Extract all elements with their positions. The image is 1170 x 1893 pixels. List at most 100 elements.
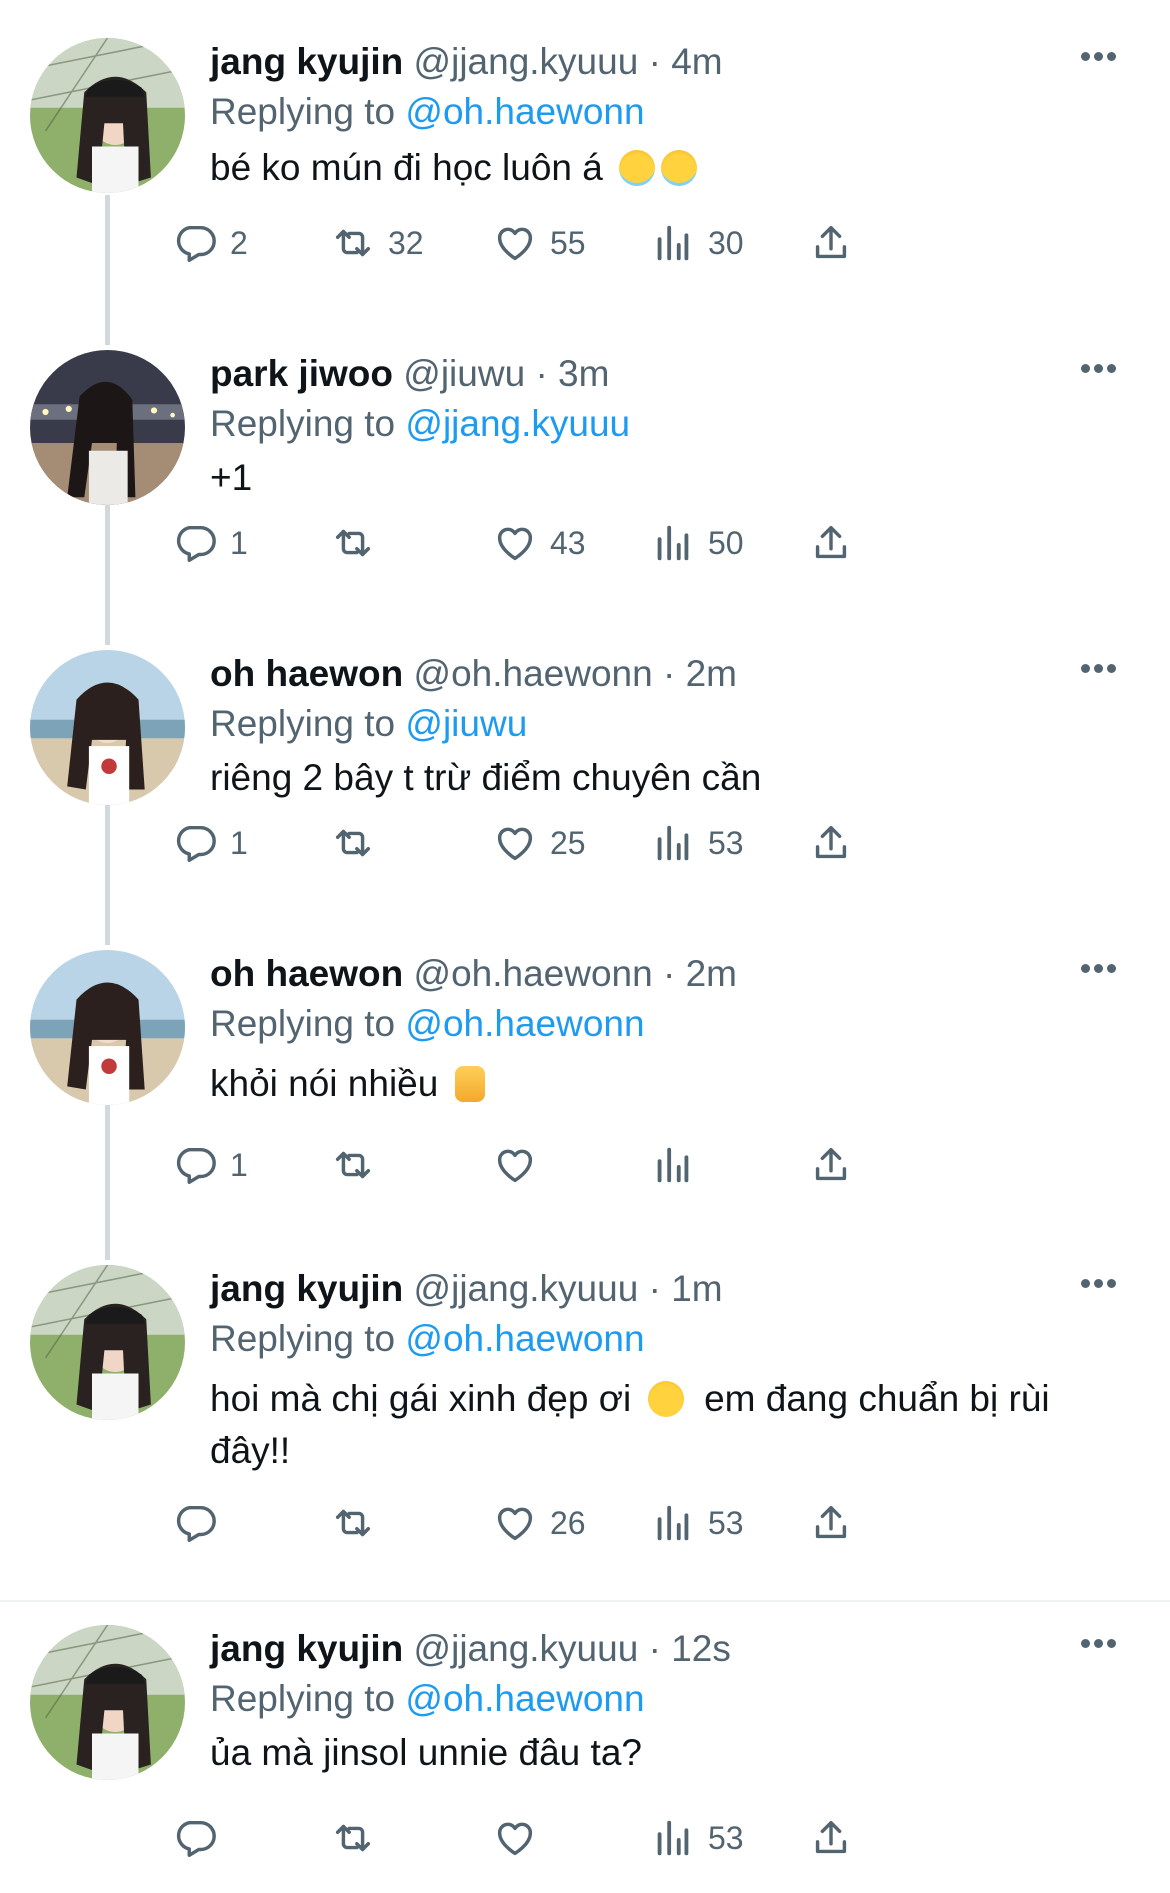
views-button[interactable]: 50 (650, 518, 744, 568)
avatar[interactable] (30, 950, 185, 1105)
avatar[interactable] (30, 1265, 185, 1420)
reply-button[interactable] (172, 1813, 230, 1863)
reply-mention[interactable]: @oh.haewonn (405, 1003, 644, 1044)
reply-mention[interactable]: @jjang.kyuuu (405, 403, 630, 444)
display-name[interactable]: jang kyujin (210, 41, 403, 82)
reply-button[interactable]: 1 (172, 1140, 248, 1190)
tweet-text: khỏi nói nhiều (210, 1058, 1110, 1110)
reply-mention[interactable]: @jiuwu (405, 703, 527, 744)
more-icon[interactable] (1081, 1275, 1125, 1295)
replying-to: Replying to @jjang.kyuuu (210, 400, 630, 448)
avatar[interactable] (30, 650, 185, 805)
avatar-image (30, 650, 185, 805)
like-button[interactable]: 26 (492, 1498, 586, 1548)
tweet[interactable]: jang kyujin @jjang.kyuuu · 12s Replying … (0, 1625, 1170, 1893)
tweet[interactable]: oh haewon @oh.haewonn · 2m Replying to @… (0, 950, 1170, 1230)
more-icon[interactable] (1081, 960, 1125, 980)
display-name[interactable]: oh haewon (210, 953, 403, 994)
avatar[interactable] (30, 1625, 185, 1780)
user-handle[interactable]: @jjang.kyuuu (414, 1628, 639, 1669)
share-icon (808, 1142, 854, 1188)
avatar[interactable] (30, 350, 185, 505)
views-button[interactable]: 53 (650, 818, 744, 868)
timestamp[interactable]: 2m (686, 953, 737, 994)
reply-count: 2 (230, 224, 248, 261)
tweet-actions: 2 32 55 30 (176, 218, 1050, 268)
share-button[interactable] (808, 1140, 854, 1190)
reply-mention[interactable]: @oh.haewonn (405, 1318, 644, 1359)
smiling-face-with-halo-icon (661, 150, 698, 186)
display-name[interactable]: oh haewon (210, 653, 403, 694)
tweet[interactable]: jang kyujin @jjang.kyuuu · 1m Replying t… (0, 1265, 1170, 1585)
replying-to-label: Replying to (210, 1003, 396, 1044)
retweet-icon (330, 520, 376, 566)
more-icon[interactable] (1081, 660, 1125, 680)
reply-button[interactable] (172, 1498, 230, 1548)
user-handle[interactable]: @oh.haewonn (414, 953, 653, 994)
views-button[interactable]: 53 (650, 1813, 744, 1863)
retweet-button[interactable] (330, 518, 388, 568)
replying-to: Replying to @oh.haewonn (210, 1000, 645, 1048)
reply-icon (172, 1815, 218, 1861)
views-count: 30 (708, 224, 744, 261)
separator: · (662, 653, 676, 694)
share-button[interactable] (808, 518, 854, 568)
reply-count: 1 (230, 1146, 248, 1183)
more-icon[interactable] (1081, 48, 1125, 68)
retweet-button[interactable] (330, 1813, 388, 1863)
share-button[interactable] (808, 1498, 854, 1548)
views-button[interactable] (650, 1140, 708, 1190)
timestamp[interactable]: 12s (671, 1628, 731, 1669)
like-button[interactable] (492, 1813, 550, 1863)
share-button[interactable] (808, 818, 854, 868)
display-name[interactable]: jang kyujin (210, 1268, 403, 1309)
heart-icon (492, 220, 538, 266)
retweet-button[interactable] (330, 818, 388, 868)
share-button[interactable] (808, 218, 854, 268)
reply-button[interactable]: 1 (172, 518, 248, 568)
user-handle[interactable]: @jjang.kyuuu (414, 41, 639, 82)
like-button[interactable]: 25 (492, 818, 586, 868)
retweet-button[interactable] (330, 1140, 388, 1190)
views-button[interactable]: 53 (650, 1498, 744, 1548)
retweet-button[interactable] (330, 1498, 388, 1548)
tweet-header: park jiwoo @jiuwu · 3m (210, 350, 609, 398)
views-button[interactable]: 30 (650, 218, 744, 268)
reply-button[interactable]: 1 (172, 818, 248, 868)
like-button[interactable]: 55 (492, 218, 586, 268)
separator: · (535, 353, 548, 394)
tweet-header: oh haewon @oh.haewonn · 2m (210, 650, 737, 698)
display-name[interactable]: park jiwoo (210, 353, 393, 394)
views-count: 53 (708, 1504, 744, 1541)
tweet[interactable]: park jiwoo @jiuwu · 3m Replying to @jjan… (0, 350, 1170, 620)
reply-button[interactable]: 2 (172, 218, 248, 268)
timestamp[interactable]: 2m (686, 653, 737, 694)
reply-icon (172, 220, 218, 266)
timestamp[interactable]: 3m (558, 353, 609, 394)
more-icon[interactable] (1081, 1635, 1125, 1655)
retweet-count: 32 (388, 224, 424, 261)
reply-count: 1 (230, 524, 248, 561)
tweet-header: jang kyujin @jjang.kyuuu · 4m (210, 38, 723, 86)
user-handle[interactable]: @oh.haewonn (414, 653, 653, 694)
reply-mention[interactable]: @oh.haewonn (405, 91, 644, 132)
reply-icon (172, 1500, 218, 1546)
avatar[interactable] (30, 38, 185, 193)
views-icon (650, 1500, 696, 1546)
share-button[interactable] (808, 1813, 854, 1863)
heart-icon (492, 1142, 538, 1188)
display-name[interactable]: jang kyujin (210, 1628, 403, 1669)
like-button[interactable]: 43 (492, 518, 586, 568)
like-button[interactable] (492, 1140, 550, 1190)
more-icon[interactable] (1081, 360, 1125, 380)
timestamp[interactable]: 4m (671, 41, 722, 82)
timestamp[interactable]: 1m (671, 1268, 722, 1309)
retweet-button[interactable]: 32 (330, 218, 424, 268)
user-handle[interactable]: @jiuwu (403, 353, 525, 394)
tweet-text: riêng 2 bây t trừ điểm chuyên cần (210, 757, 762, 798)
tweet[interactable]: oh haewon @oh.haewonn · 2m Replying to @… (0, 650, 1170, 920)
reply-mention[interactable]: @oh.haewonn (405, 1678, 644, 1719)
tweet[interactable]: jang kyujin @jjang.kyuuu · 4m Replying t… (0, 38, 1170, 328)
user-handle[interactable]: @jjang.kyuuu (414, 1268, 639, 1309)
views-icon (650, 220, 696, 266)
